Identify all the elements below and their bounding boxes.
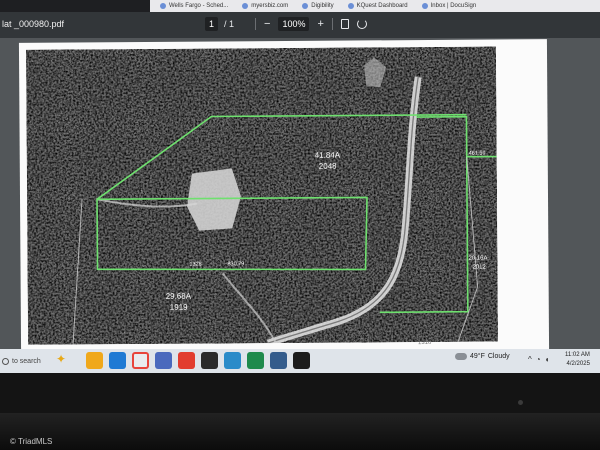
store-icon[interactable]: [201, 352, 218, 369]
desk-surface: [0, 413, 600, 450]
tract-south-acres: 29.68A: [166, 292, 192, 301]
bookmark-icon: [421, 3, 428, 9]
weather-temperature: 49°F: [470, 353, 485, 360]
bookmark-icon: [242, 3, 249, 9]
pdf-file-title: lat _000980.pdf: [2, 19, 65, 29]
page-navigator: 1 / 1: [205, 17, 234, 31]
volume-icon[interactable]: ◖: [545, 355, 550, 364]
bookmark-item[interactable]: Inbox | DocuSign: [421, 3, 476, 9]
mail-icon[interactable]: [155, 352, 172, 369]
monitor-bezel-bottom: [0, 373, 600, 413]
aerial-photo-svg: 41.84A 2048 29.68A 1919 20.16A 2012 461.…: [25, 46, 499, 345]
land-clearing: [187, 168, 242, 231]
weather-widget[interactable]: 49°F Cloudy: [453, 350, 510, 360]
photo-of-monitor: Wells Fargo - Sched... myersbiz.com Digi…: [0, 0, 600, 450]
taskbar-clock[interactable]: 11:02 AM 4/2/2025: [565, 351, 590, 369]
zoom-in-button[interactable]: +: [317, 18, 323, 30]
copilot-sparkle-icon[interactable]: ✦: [56, 352, 66, 366]
zoom-controls: − 100% +: [255, 17, 367, 31]
dimension-label: 461.59: [469, 151, 486, 157]
weather-condition: Cloudy: [487, 353, 510, 360]
parcel-right-number: 2012: [472, 265, 486, 271]
mls-watermark: © TriadMLS: [10, 437, 53, 446]
dimension-label: 1328: [189, 262, 201, 268]
cloudy-weather-icon: [453, 350, 467, 360]
teams-icon[interactable]: [224, 352, 241, 369]
edge-icon[interactable]: [109, 352, 126, 369]
pdf-page: 41.84A 2048 29.68A 1919 20.16A 2012 461.…: [18, 39, 550, 353]
rotate-icon[interactable]: [356, 19, 367, 29]
toolbar-divider: [331, 18, 333, 30]
toolbar-divider: [255, 18, 256, 30]
bookmark-item[interactable]: Digibility: [302, 3, 334, 9]
power-indicator-icon: [518, 400, 523, 405]
zoom-out-button[interactable]: −: [264, 18, 270, 30]
tract-south-number: 1919: [170, 303, 188, 312]
taskbar-search[interactable]: to search: [0, 352, 84, 370]
tract-north-acres: 41.84A: [315, 151, 341, 160]
bookmark-item[interactable]: myersbiz.com: [242, 3, 288, 9]
page-number-input[interactable]: 1: [205, 17, 219, 31]
bookmark-item[interactable]: KQuest Dashboard: [347, 3, 408, 9]
tract-north-number: 2048: [319, 162, 337, 171]
bookmark-icon: [160, 3, 166, 9]
excel-icon[interactable]: [247, 352, 264, 369]
dimension-label: 830.79: [227, 261, 244, 267]
file-explorer-icon[interactable]: [86, 352, 103, 369]
wifi-icon[interactable]: ◔: [536, 355, 541, 364]
bookmarks-bar: Wells Fargo - Sched... myersbiz.com Digi…: [150, 0, 600, 12]
pdf-toolbar: lat _000980.pdf 1 / 1 − 100% +: [0, 12, 600, 38]
bookmark-item[interactable]: Wells Fargo - Sched...: [160, 3, 228, 9]
chrome-icon[interactable]: [132, 352, 149, 369]
fit-page-icon[interactable]: [340, 19, 349, 29]
aerial-plat-map: 41.84A 2048 29.68A 1919 20.16A 2012 461.…: [25, 46, 499, 345]
bookmark-icon: [347, 3, 354, 9]
office-icon[interactable]: [178, 352, 195, 369]
page-total: / 1: [224, 19, 235, 29]
canopy-highlights: [25, 46, 499, 345]
chevron-up-icon[interactable]: ^: [528, 355, 532, 364]
zoom-level-input[interactable]: 100%: [278, 17, 310, 31]
terminal-icon[interactable]: [293, 352, 310, 369]
clock-time: 11:02 AM: [565, 352, 590, 358]
search-icon: [2, 357, 9, 365]
pinned-apps: [86, 352, 310, 369]
system-tray: ^ ◔ ◖: [528, 355, 549, 364]
page-margin-label: 1316: [418, 339, 432, 347]
windows-taskbar: to search ✦ 49°F Cloudy ^ ◔ ◖ 11:02 AM 4…: [0, 349, 600, 373]
clock-date: 4/2/2025: [566, 361, 590, 367]
word-icon[interactable]: [270, 352, 287, 369]
search-placeholder: to search: [12, 357, 41, 365]
parcel-right-acres: 20.16A: [468, 256, 487, 262]
bookmark-icon: [302, 3, 309, 9]
